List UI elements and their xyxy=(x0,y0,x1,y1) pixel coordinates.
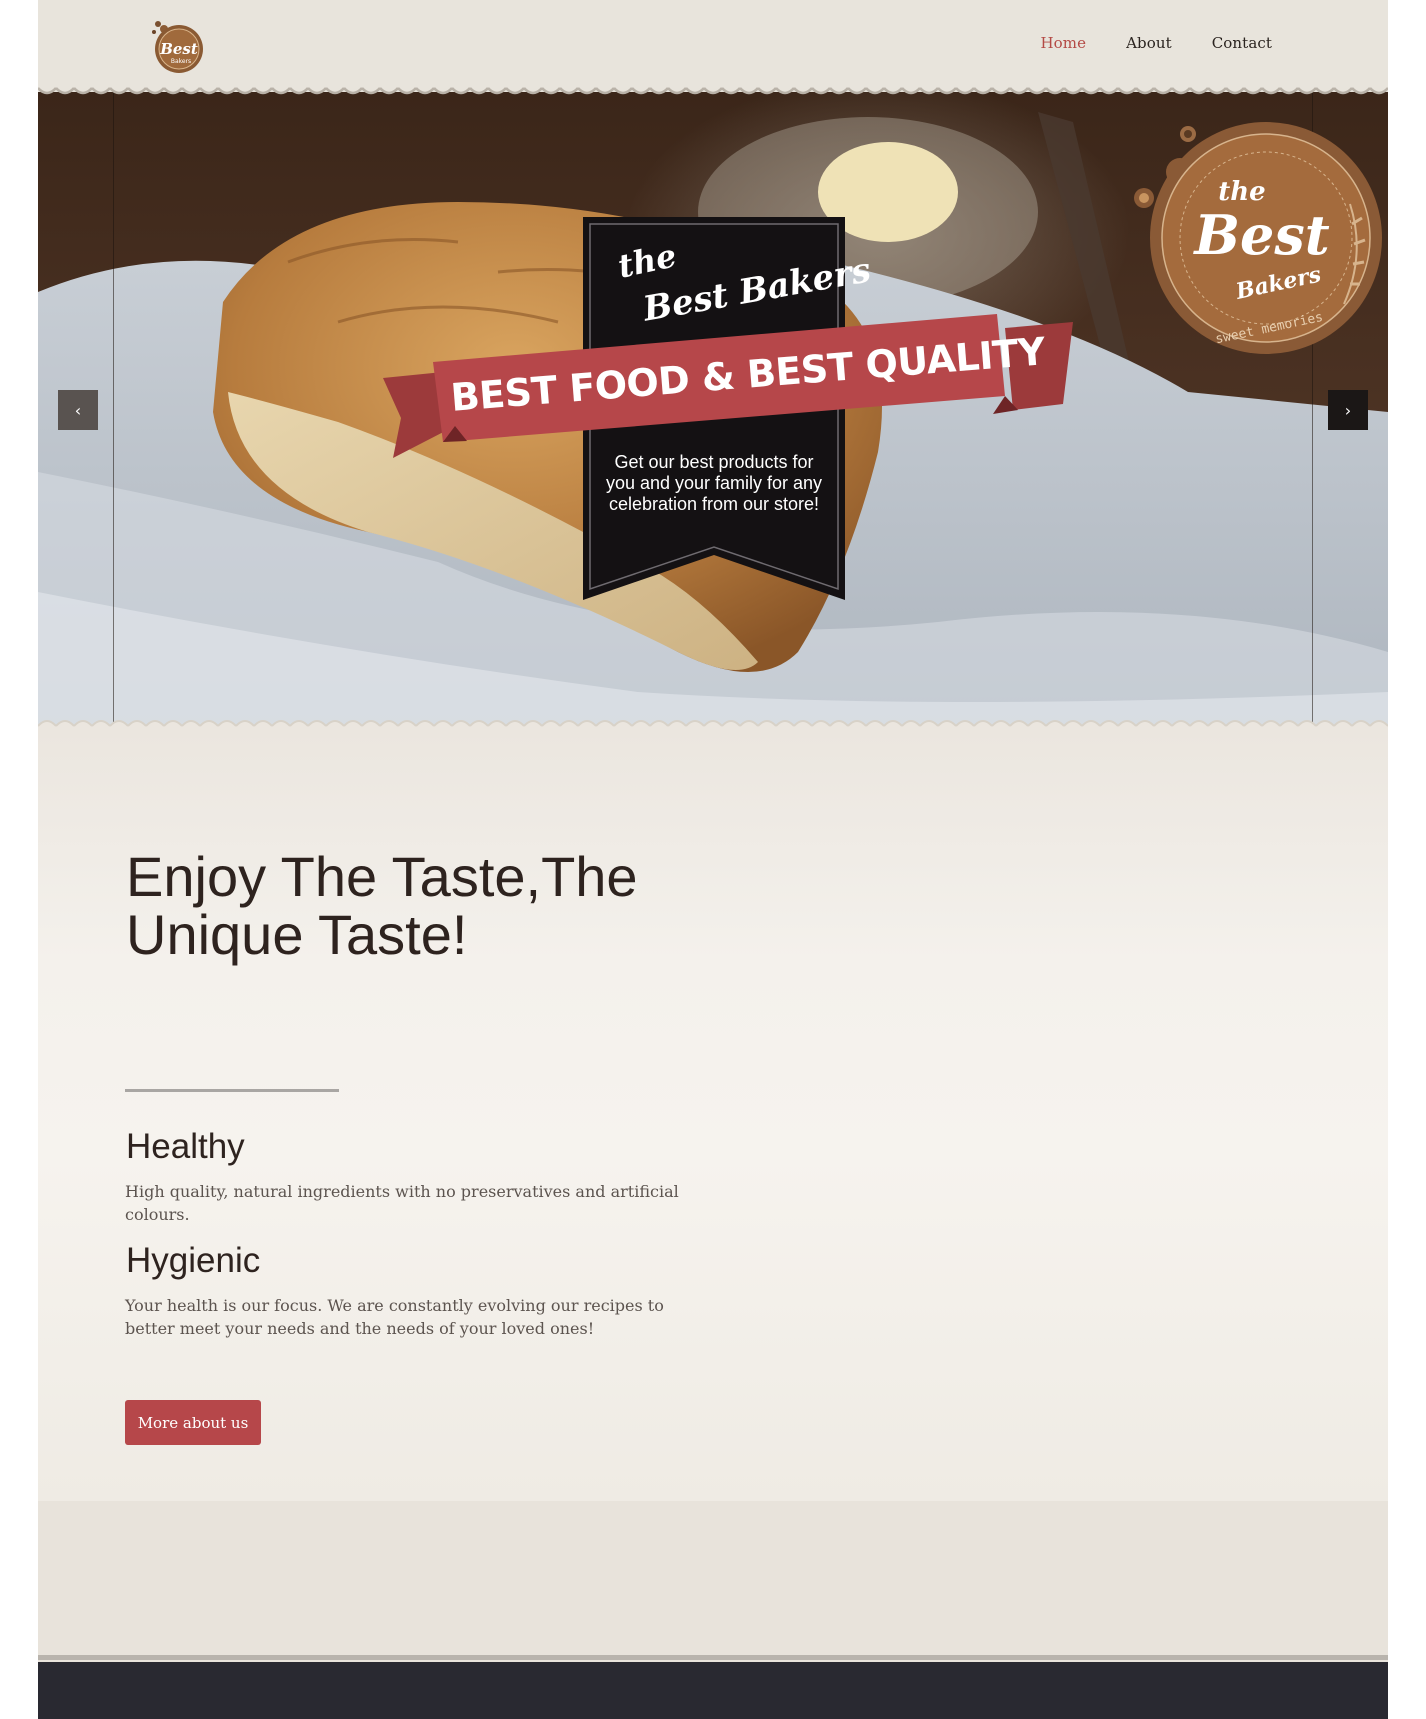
svg-text:Bakers: Bakers xyxy=(171,58,191,65)
more-about-us-button[interactable]: More about us xyxy=(125,1400,261,1445)
site-header: Best Bakers Home About Contact xyxy=(38,0,1388,92)
header-scallop-edge xyxy=(38,82,1388,102)
section-divider-line xyxy=(38,1655,1388,1660)
about-section: Enjoy The Taste,The Unique Taste! Health… xyxy=(38,730,1388,1501)
nav-home[interactable]: Home xyxy=(1040,34,1086,52)
logo[interactable]: Best Bakers xyxy=(148,18,206,74)
site-footer xyxy=(38,1662,1388,1719)
slider-next-button[interactable]: › xyxy=(1328,390,1368,430)
chevron-right-icon: › xyxy=(1344,400,1352,420)
about-headline: Enjoy The Taste,The Unique Taste! xyxy=(126,845,638,966)
page: Best Bakers Home About Contact the Best … xyxy=(38,0,1388,1719)
nav-contact[interactable]: Contact xyxy=(1212,34,1272,52)
hero-description: Get our best products for you and your f… xyxy=(605,452,823,514)
feature-text-hygienic: Your health is our focus. We are constan… xyxy=(125,1296,664,1338)
main-nav: Home About Contact xyxy=(1040,34,1272,52)
logo-icon: Best Bakers xyxy=(152,21,203,73)
hero-scallop-edge xyxy=(38,716,1388,738)
badge-best: Best xyxy=(1192,203,1329,267)
hero-slider: the Best Bakers BEST FOOD & BEST QUALITY… xyxy=(38,92,1388,730)
feature-text-healthy: High quality, natural ingredients with n… xyxy=(125,1182,679,1224)
chevron-left-icon: ‹ xyxy=(74,400,82,420)
nav-about[interactable]: About xyxy=(1126,34,1172,52)
brand-badge: the Best Bakers sweet memories xyxy=(1134,122,1382,354)
lower-section xyxy=(38,1501,1388,1655)
slider-prev-button[interactable]: ‹ xyxy=(58,390,98,430)
about-divider xyxy=(125,1089,339,1092)
feature-title-hygienic: Hygienic xyxy=(126,1241,261,1280)
hero-guide-line-left xyxy=(113,92,114,730)
svg-text:Best: Best xyxy=(159,40,198,58)
feature-title-healthy: Healthy xyxy=(126,1127,245,1166)
